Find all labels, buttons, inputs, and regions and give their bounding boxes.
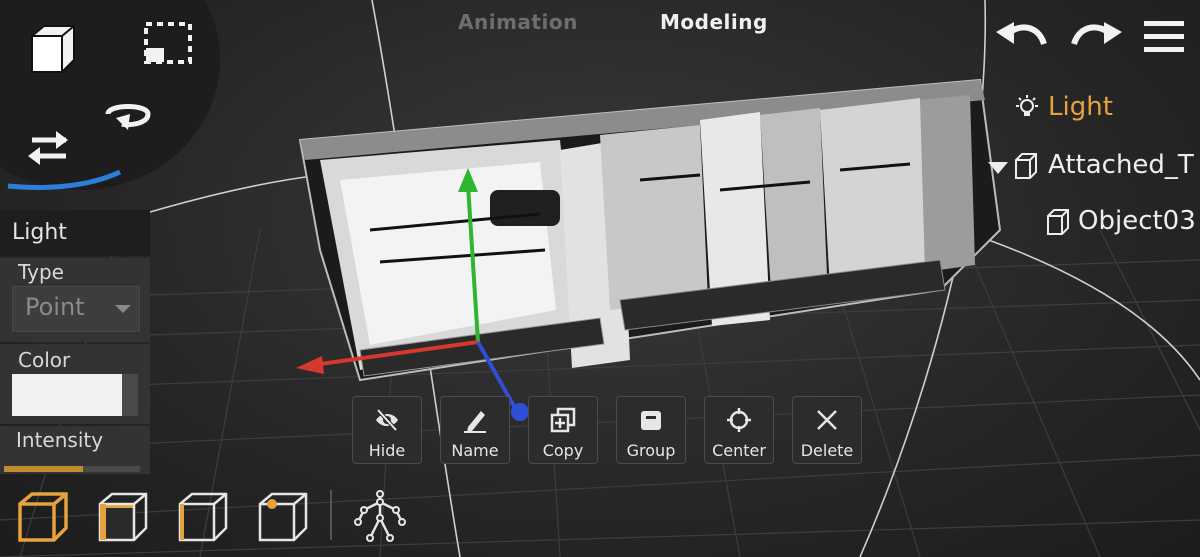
copy-button[interactable]: Copy bbox=[528, 396, 598, 464]
intensity-section: Intensity bbox=[0, 426, 150, 474]
toolbar-divider bbox=[330, 490, 332, 540]
name-button-label: Name bbox=[451, 441, 499, 460]
light-panel-title-text: Light bbox=[12, 220, 67, 245]
vertex-mode-icon[interactable] bbox=[254, 488, 312, 546]
tree-item-object03-label: Object03 bbox=[1078, 206, 1196, 236]
color-swatch-edge bbox=[122, 374, 138, 416]
name-button[interactable]: Name bbox=[440, 396, 510, 464]
type-label: Type bbox=[18, 260, 64, 284]
intensity-slider[interactable] bbox=[4, 466, 140, 472]
color-swatch[interactable] bbox=[12, 374, 122, 416]
copy-button-label: Copy bbox=[542, 441, 584, 460]
crosshair-icon bbox=[727, 408, 751, 432]
menu-icon[interactable] bbox=[1142, 18, 1186, 54]
tab-modeling[interactable]: Modeling bbox=[660, 10, 768, 34]
object-mode-icon[interactable] bbox=[14, 488, 72, 546]
rotate-icon[interactable] bbox=[100, 100, 156, 136]
pencil-icon bbox=[464, 411, 486, 433]
intensity-slider-fill bbox=[4, 466, 83, 472]
close-icon bbox=[817, 410, 837, 430]
skeleton-icon[interactable] bbox=[350, 488, 408, 546]
intensity-label: Intensity bbox=[16, 428, 104, 452]
delete-button-label: Delete bbox=[800, 441, 854, 460]
lightbulb-icon bbox=[1016, 95, 1038, 116]
cube-icon bbox=[1015, 153, 1037, 179]
marquee-select-icon[interactable] bbox=[142, 20, 194, 66]
app-window: Animation Modeling Light Type Point Colo… bbox=[0, 0, 1200, 557]
undo-icon[interactable] bbox=[994, 18, 1050, 54]
type-section: Type Point bbox=[0, 258, 150, 342]
light-panel-title: Light bbox=[0, 210, 150, 256]
hide-button[interactable]: Hide bbox=[352, 396, 422, 464]
chevron-down-icon[interactable] bbox=[988, 162, 1008, 174]
center-button-label: Center bbox=[712, 441, 766, 460]
swap-arrows-icon[interactable] bbox=[26, 128, 72, 166]
group-box-icon bbox=[641, 411, 661, 430]
redo-icon[interactable] bbox=[1068, 18, 1124, 54]
tree-item-attached-label: Attached_T bbox=[1048, 150, 1194, 180]
cube-view-icon[interactable] bbox=[26, 22, 80, 76]
type-dropdown-value: Point bbox=[25, 293, 85, 321]
group-button[interactable]: Group bbox=[616, 396, 686, 464]
center-button[interactable]: Center bbox=[704, 396, 774, 464]
color-label: Color bbox=[18, 348, 71, 372]
chevron-down-icon bbox=[115, 305, 131, 313]
eye-slash-icon bbox=[376, 408, 398, 432]
hide-button-label: Hide bbox=[368, 441, 406, 460]
tab-animation[interactable]: Animation bbox=[458, 10, 578, 34]
type-dropdown[interactable]: Point bbox=[12, 286, 140, 332]
cube-icon bbox=[1047, 209, 1069, 235]
group-button-label: Group bbox=[626, 441, 676, 460]
edge-mode-icon[interactable] bbox=[174, 488, 232, 546]
face-mode-icon[interactable] bbox=[94, 488, 152, 546]
color-section: Color bbox=[0, 344, 150, 424]
copy-icon bbox=[550, 407, 576, 433]
delete-button[interactable]: Delete bbox=[792, 396, 862, 464]
machine-model[interactable] bbox=[298, 78, 1002, 382]
tree-item-light-label: Light bbox=[1048, 92, 1113, 122]
